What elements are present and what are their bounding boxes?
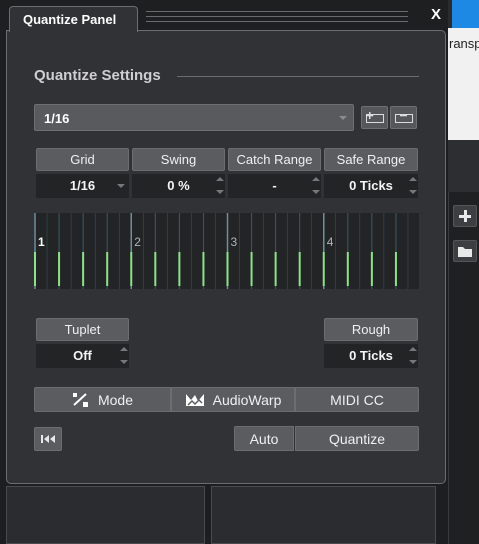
audiowarp-button[interactable]: AudioWarp — [171, 387, 295, 412]
mode-label: Mode — [97, 391, 134, 408]
spin-up-icon[interactable] — [312, 177, 320, 181]
panel-title-tab[interactable]: Quantize Panel — [9, 6, 138, 32]
reset-to-start-icon — [41, 435, 55, 443]
grid-select[interactable]: 1/16 — [36, 174, 129, 198]
folder-icon — [458, 246, 472, 257]
rough-value: 0 Ticks — [349, 348, 393, 363]
beat-label: 3 — [231, 235, 238, 249]
quantize-button[interactable]: Quantize — [295, 426, 419, 451]
background-blue-bar — [452, 0, 479, 28]
beat-label: 1 — [38, 235, 45, 249]
swing-value: 0 % — [167, 178, 190, 193]
section-divider — [177, 76, 419, 77]
spin-down-icon[interactable] — [312, 190, 320, 194]
add-preset-button[interactable] — [361, 106, 388, 129]
panel-title: Quantize Panel — [23, 12, 117, 27]
tuplet-field[interactable]: Off — [36, 344, 129, 368]
mode-button[interactable]: Mode — [34, 387, 171, 412]
catch-range-field[interactable]: - — [228, 174, 321, 198]
catch-range-label: Catch Range — [228, 148, 321, 171]
spin-down-icon[interactable] — [216, 190, 224, 194]
plus-icon — [459, 210, 471, 222]
close-button[interactable]: X — [428, 7, 444, 23]
safe-range-label: Safe Range — [324, 148, 418, 171]
swing-field[interactable]: 0 % — [132, 174, 225, 198]
preset-value: 1/16 — [44, 111, 70, 126]
midi-cc-button[interactable]: MIDI CC — [295, 387, 419, 412]
add-preset-icon — [365, 112, 384, 123]
background-bottom-pane-left — [6, 486, 205, 544]
chevron-down-icon — [339, 116, 347, 120]
tuplet-value: Off — [73, 348, 92, 363]
section-title: Quantize Settings — [34, 67, 161, 84]
chevron-down-icon — [117, 184, 125, 188]
background-folder-button[interactable] — [453, 240, 477, 262]
spin-up-icon[interactable] — [216, 177, 224, 181]
grid-visual: 1 2 3 4 — [34, 213, 409, 289]
spin-up-icon[interactable] — [409, 177, 417, 181]
quantize-panel: Quantize Settings 1/16 Grid Swing Catch … — [6, 30, 446, 484]
safe-range-field[interactable]: 0 Ticks — [324, 174, 418, 198]
audiowarp-label: AudioWarp — [212, 391, 282, 408]
preset-select[interactable]: 1/16 — [34, 104, 354, 131]
auto-button[interactable]: Auto — [234, 426, 294, 451]
rough-label: Rough — [324, 318, 418, 341]
quantize-mode-icon — [72, 392, 90, 408]
spin-up-icon[interactable] — [120, 347, 128, 351]
background-add-track-button[interactable] — [453, 205, 477, 227]
reset-button[interactable] — [34, 427, 62, 451]
background-bottom-pane-right — [211, 486, 436, 544]
beat-label: 4 — [327, 235, 334, 249]
rough-field[interactable]: 0 Ticks — [324, 344, 418, 368]
spin-down-icon[interactable] — [409, 360, 417, 364]
quantize-grid-display: 1 2 3 4 — [34, 213, 419, 289]
background-partial-text: ransp — [449, 36, 479, 51]
spin-down-icon[interactable] — [409, 190, 417, 194]
remove-preset-icon — [394, 114, 413, 123]
title-drag-handle[interactable] — [146, 11, 408, 23]
background-toolbar-strip — [448, 140, 479, 192]
swing-label: Swing — [132, 148, 225, 171]
safe-range-value: 0 Ticks — [349, 178, 393, 193]
spin-up-icon[interactable] — [409, 347, 417, 351]
spin-down-icon[interactable] — [120, 360, 128, 364]
remove-preset-button[interactable] — [390, 106, 417, 129]
grid-label: Grid — [36, 148, 129, 171]
audiowarp-icon — [185, 392, 205, 408]
app-root: { "window": { "title": "Quantize Panel",… — [0, 0, 479, 544]
tuplet-label: Tuplet — [36, 318, 129, 341]
grid-value: 1/16 — [69, 178, 96, 193]
catch-range-value: - — [272, 178, 277, 193]
beat-label: 2 — [134, 235, 141, 249]
